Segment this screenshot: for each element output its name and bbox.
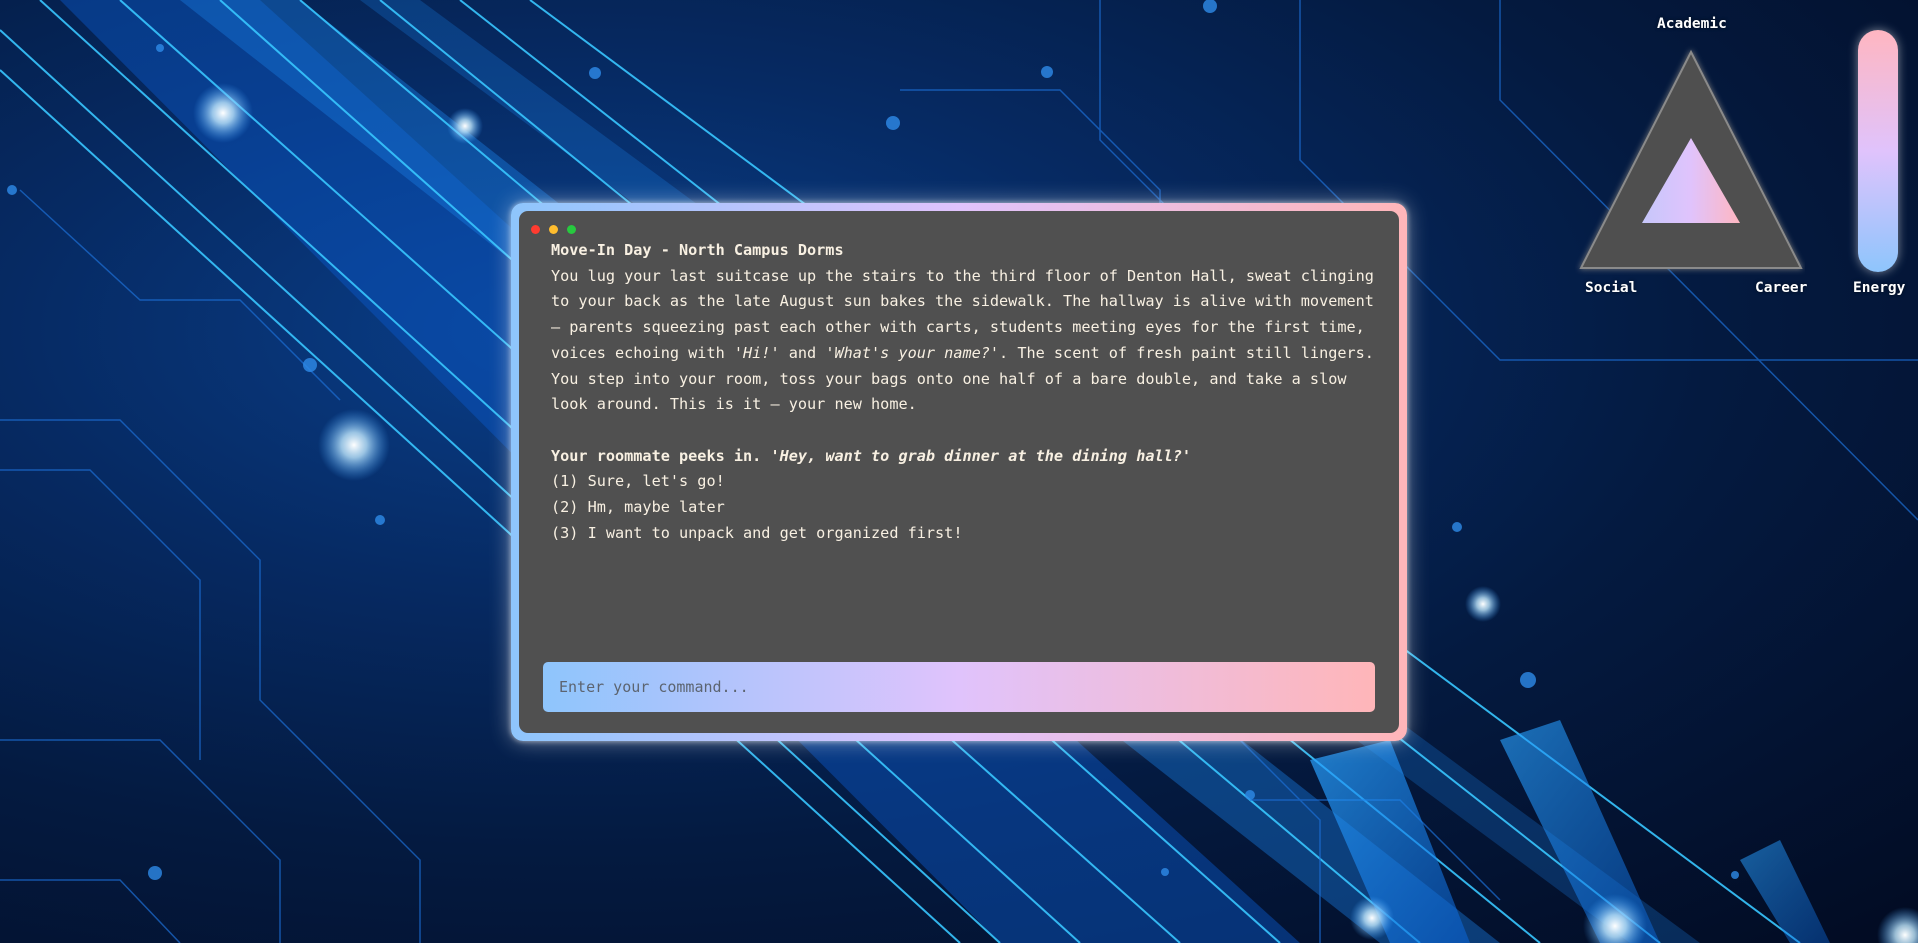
terminal-window-frame: Move-In Day - North Campus Dorms You lug…	[511, 203, 1407, 741]
energy-stat-label: Energy	[1853, 280, 1906, 296]
social-stat-label: Social	[1585, 280, 1638, 296]
choice-option-2: (2) Hm, maybe later	[551, 498, 725, 517]
energy-meter	[1858, 30, 1898, 272]
close-window-dot[interactable]	[531, 225, 540, 234]
terminal-window: Move-In Day - North Campus Dorms You lug…	[519, 211, 1399, 733]
career-stat-label: Career	[1755, 280, 1808, 296]
prompt-quote: 'Hey, want to grab dinner at the dining …	[770, 446, 1192, 465]
narrative-quote: 'Hi!'	[733, 343, 780, 362]
choice-option-3: (3) I want to unpack and get organized f…	[551, 523, 963, 542]
scene-narrative: You lug your last suitcase up the stairs…	[551, 264, 1381, 418]
scene-prompt: Your roommate peeks in. 'Hey, want to gr…	[551, 444, 1381, 470]
narrative-segment: and	[779, 343, 826, 362]
narrative-quote: 'What's your name?'	[825, 343, 1000, 362]
prompt-text: Your roommate peeks in.	[551, 446, 771, 465]
maximize-window-dot[interactable]	[567, 225, 576, 234]
command-input[interactable]	[543, 662, 1375, 712]
choice-option-1: (1) Sure, let's go!	[551, 472, 725, 491]
story-text: Move-In Day - North Campus Dorms You lug…	[551, 238, 1381, 546]
scene-title: Move-In Day - North Campus Dorms	[551, 241, 844, 259]
game-screen: Move-In Day - North Campus Dorms You lug…	[0, 0, 1918, 943]
minimize-window-dot[interactable]	[549, 225, 558, 234]
academic-stat-label: Academic	[1657, 16, 1727, 32]
stat-triangle-chart	[1579, 49, 1803, 269]
